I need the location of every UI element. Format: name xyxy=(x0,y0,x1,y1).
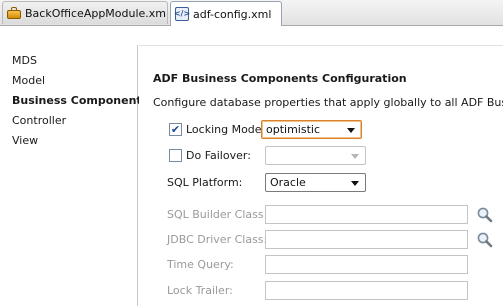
chevron-down-icon xyxy=(347,128,355,133)
tab-label: BackOfficeAppModule.xml xyxy=(25,6,168,20)
nav-item-view[interactable]: View xyxy=(12,133,38,149)
chevron-down-icon xyxy=(351,181,359,186)
do-failover-label: Do Failover: xyxy=(186,149,251,162)
locking-mode-label: Locking Mode: xyxy=(186,123,266,136)
jdbc-driver-class-input[interactable] xyxy=(265,230,468,249)
nav-item-business-components[interactable]: Business Components xyxy=(12,93,148,109)
nav-item-mds[interactable]: MDS xyxy=(12,53,37,69)
search-icon[interactable] xyxy=(476,231,493,248)
checkmark-icon: ✔ xyxy=(170,123,181,136)
configuration-panel: ADF Business Components Configuration Co… xyxy=(139,45,503,306)
time-query-row: Time Query: xyxy=(139,255,503,275)
chevron-down-icon xyxy=(351,154,359,159)
editor-toolbar-gap xyxy=(0,26,503,45)
category-nav: MDS Model Business Components Controller… xyxy=(0,45,148,306)
locking-mode-select[interactable]: optimistic xyxy=(261,120,362,139)
lock-trailer-row: Lock Trailer: xyxy=(139,281,503,301)
time-query-label: Time Query: xyxy=(167,258,234,271)
sql-platform-select[interactable]: Oracle xyxy=(265,173,366,192)
sql-platform-row: SQL Platform: Oracle xyxy=(139,173,503,193)
jdbc-driver-class-label: JDBC Driver Class: xyxy=(167,233,268,246)
sql-builder-class-input[interactable] xyxy=(265,205,468,224)
nav-item-model[interactable]: Model xyxy=(12,73,45,89)
sql-platform-value: Oracle xyxy=(270,176,306,189)
page-description: Configure database properties that apply… xyxy=(153,96,503,109)
nav-item-controller[interactable]: Controller xyxy=(12,113,66,129)
locking-mode-checkbox[interactable]: ✔ xyxy=(169,123,182,136)
do-failover-checkbox[interactable] xyxy=(169,149,182,162)
config-file-icon: </> xyxy=(174,7,190,21)
search-icon[interactable] xyxy=(476,206,493,223)
tab-label: adf-config.xml xyxy=(193,7,272,21)
do-failover-select[interactable] xyxy=(265,146,366,165)
sql-builder-class-row: SQL Builder Class: xyxy=(139,205,503,225)
locking-mode-row: ✔ Locking Mode: optimistic xyxy=(139,120,503,140)
locking-mode-value: optimistic xyxy=(266,123,321,136)
lock-trailer-input[interactable] xyxy=(265,281,468,300)
time-query-input[interactable] xyxy=(265,255,468,274)
sql-platform-label: SQL Platform: xyxy=(167,176,243,189)
tab-adf-config[interactable]: </> adf-config.xml xyxy=(170,1,282,26)
tab-backoffice-app-module[interactable]: BackOfficeAppModule.xml xyxy=(2,1,168,24)
jdbc-driver-class-row: JDBC Driver Class: xyxy=(139,230,503,250)
app-module-icon xyxy=(7,7,21,19)
do-failover-row: Do Failover: xyxy=(139,146,503,166)
sql-builder-class-label: SQL Builder Class: xyxy=(167,208,268,221)
lock-trailer-label: Lock Trailer: xyxy=(167,284,233,297)
editor-tab-strip: BackOfficeAppModule.xml </> adf-config.x… xyxy=(0,0,503,26)
page-title: ADF Business Components Configuration xyxy=(153,72,407,85)
